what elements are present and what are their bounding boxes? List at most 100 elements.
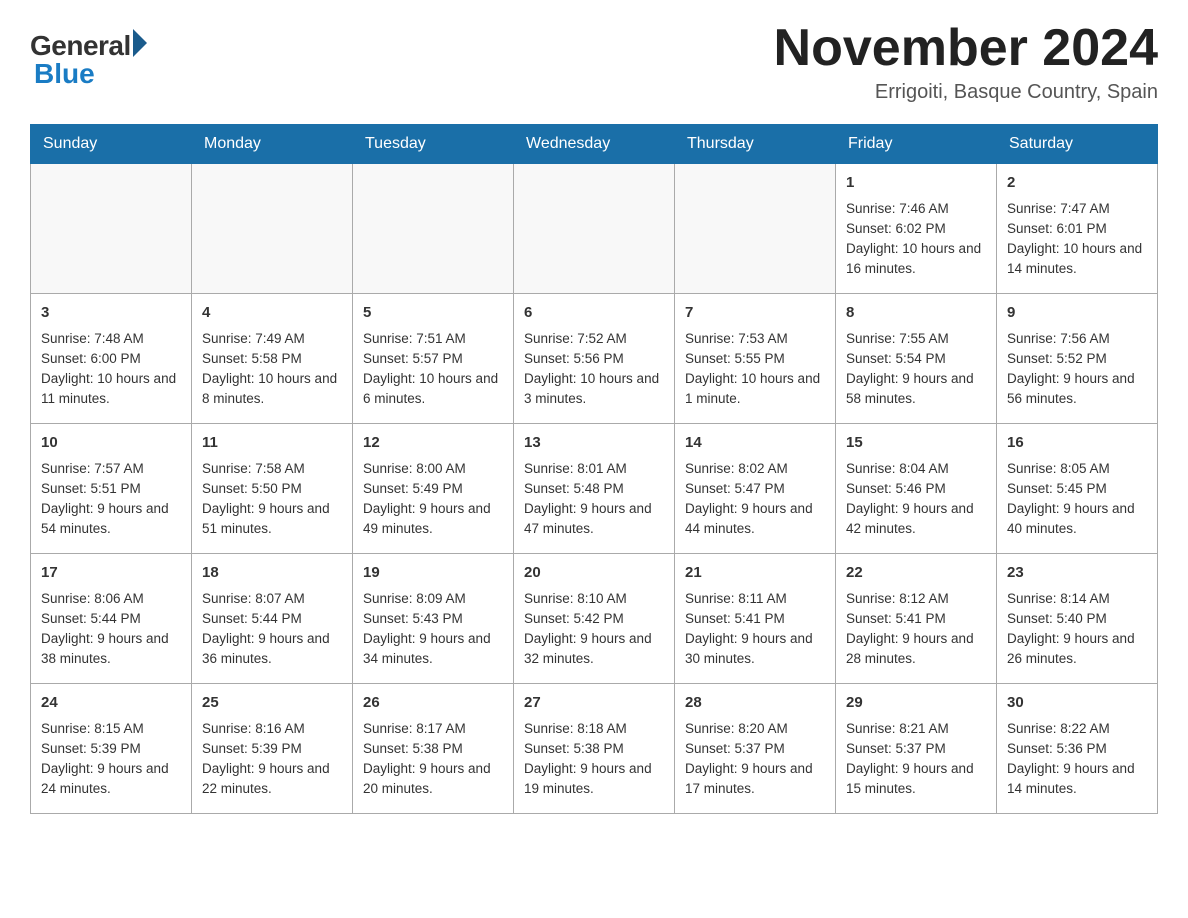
day-info: Sunset: 5:39 PM (41, 739, 181, 759)
day-info: Daylight: 10 hours and 3 minutes. (524, 369, 664, 410)
day-number: 2 (1007, 172, 1147, 195)
calendar-header-sunday: Sunday (31, 125, 192, 164)
day-number: 27 (524, 692, 664, 715)
calendar-cell: 19Sunrise: 8:09 AMSunset: 5:43 PMDayligh… (353, 554, 514, 684)
day-info: Daylight: 9 hours and 26 minutes. (1007, 629, 1147, 670)
day-info: Daylight: 10 hours and 1 minute. (685, 369, 825, 410)
calendar-cell: 21Sunrise: 8:11 AMSunset: 5:41 PMDayligh… (675, 554, 836, 684)
calendar-cell (192, 164, 353, 294)
day-info: Daylight: 9 hours and 49 minutes. (363, 499, 503, 540)
day-info: Sunrise: 8:17 AM (363, 719, 503, 739)
calendar-cell: 26Sunrise: 8:17 AMSunset: 5:38 PMDayligh… (353, 684, 514, 814)
day-info: Sunset: 5:38 PM (363, 739, 503, 759)
day-info: Sunrise: 8:16 AM (202, 719, 342, 739)
day-info: Sunrise: 7:55 AM (846, 329, 986, 349)
calendar-cell: 3Sunrise: 7:48 AMSunset: 6:00 PMDaylight… (31, 294, 192, 424)
calendar-cell: 15Sunrise: 8:04 AMSunset: 5:46 PMDayligh… (836, 424, 997, 554)
day-info: Sunset: 6:01 PM (1007, 219, 1147, 239)
day-info: Sunrise: 7:56 AM (1007, 329, 1147, 349)
day-number: 6 (524, 302, 664, 325)
title-section: November 2024 Errigoiti, Basque Country,… (774, 20, 1158, 104)
day-info: Sunset: 5:37 PM (685, 739, 825, 759)
day-info: Sunset: 5:43 PM (363, 609, 503, 629)
day-info: Sunset: 6:00 PM (41, 349, 181, 369)
calendar-cell: 12Sunrise: 8:00 AMSunset: 5:49 PMDayligh… (353, 424, 514, 554)
calendar-cell (31, 164, 192, 294)
day-number: 16 (1007, 432, 1147, 455)
month-year-title: November 2024 (774, 20, 1158, 77)
day-info: Sunrise: 7:57 AM (41, 459, 181, 479)
day-info: Sunset: 5:52 PM (1007, 349, 1147, 369)
day-info: Daylight: 9 hours and 44 minutes. (685, 499, 825, 540)
day-info: Daylight: 10 hours and 6 minutes. (363, 369, 503, 410)
calendar-cell: 22Sunrise: 8:12 AMSunset: 5:41 PMDayligh… (836, 554, 997, 684)
day-info: Daylight: 9 hours and 24 minutes. (41, 759, 181, 800)
calendar-cell: 2Sunrise: 7:47 AMSunset: 6:01 PMDaylight… (997, 164, 1158, 294)
calendar-cell: 16Sunrise: 8:05 AMSunset: 5:45 PMDayligh… (997, 424, 1158, 554)
day-number: 8 (846, 302, 986, 325)
calendar-cell (514, 164, 675, 294)
day-info: Sunrise: 7:58 AM (202, 459, 342, 479)
day-info: Daylight: 9 hours and 19 minutes. (524, 759, 664, 800)
day-info: Sunset: 5:47 PM (685, 479, 825, 499)
calendar-cell: 23Sunrise: 8:14 AMSunset: 5:40 PMDayligh… (997, 554, 1158, 684)
day-number: 22 (846, 562, 986, 585)
calendar-cell: 18Sunrise: 8:07 AMSunset: 5:44 PMDayligh… (192, 554, 353, 684)
day-info: Sunrise: 8:15 AM (41, 719, 181, 739)
day-number: 15 (846, 432, 986, 455)
day-number: 3 (41, 302, 181, 325)
calendar-cell: 20Sunrise: 8:10 AMSunset: 5:42 PMDayligh… (514, 554, 675, 684)
day-info: Sunset: 5:56 PM (524, 349, 664, 369)
calendar-cell: 14Sunrise: 8:02 AMSunset: 5:47 PMDayligh… (675, 424, 836, 554)
calendar-header-row: SundayMondayTuesdayWednesdayThursdayFrid… (31, 125, 1158, 164)
day-number: 20 (524, 562, 664, 585)
day-info: Sunset: 5:41 PM (685, 609, 825, 629)
calendar-header-thursday: Thursday (675, 125, 836, 164)
calendar-cell: 25Sunrise: 8:16 AMSunset: 5:39 PMDayligh… (192, 684, 353, 814)
location-subtitle: Errigoiti, Basque Country, Spain (774, 81, 1158, 104)
calendar-cell: 10Sunrise: 7:57 AMSunset: 5:51 PMDayligh… (31, 424, 192, 554)
day-info: Sunset: 5:37 PM (846, 739, 986, 759)
day-number: 19 (363, 562, 503, 585)
day-info: Sunset: 5:51 PM (41, 479, 181, 499)
day-number: 5 (363, 302, 503, 325)
calendar-cell: 13Sunrise: 8:01 AMSunset: 5:48 PMDayligh… (514, 424, 675, 554)
day-number: 14 (685, 432, 825, 455)
calendar-table: SundayMondayTuesdayWednesdayThursdayFrid… (30, 124, 1158, 814)
day-info: Sunrise: 8:07 AM (202, 589, 342, 609)
logo: General Blue (30, 20, 147, 90)
day-info: Daylight: 9 hours and 47 minutes. (524, 499, 664, 540)
day-info: Sunrise: 8:00 AM (363, 459, 503, 479)
day-number: 7 (685, 302, 825, 325)
day-info: Sunset: 5:38 PM (524, 739, 664, 759)
week-row-4: 17Sunrise: 8:06 AMSunset: 5:44 PMDayligh… (31, 554, 1158, 684)
calendar-cell: 24Sunrise: 8:15 AMSunset: 5:39 PMDayligh… (31, 684, 192, 814)
day-info: Daylight: 10 hours and 16 minutes. (846, 239, 986, 280)
day-info: Daylight: 9 hours and 15 minutes. (846, 759, 986, 800)
calendar-header-friday: Friday (836, 125, 997, 164)
day-info: Daylight: 9 hours and 51 minutes. (202, 499, 342, 540)
day-info: Sunrise: 8:12 AM (846, 589, 986, 609)
day-info: Daylight: 9 hours and 17 minutes. (685, 759, 825, 800)
calendar-cell: 28Sunrise: 8:20 AMSunset: 5:37 PMDayligh… (675, 684, 836, 814)
day-info: Sunset: 5:40 PM (1007, 609, 1147, 629)
page-header: General Blue November 2024 Errigoiti, Ba… (30, 20, 1158, 104)
day-info: Sunset: 5:58 PM (202, 349, 342, 369)
day-info: Daylight: 9 hours and 36 minutes. (202, 629, 342, 670)
calendar-cell (675, 164, 836, 294)
calendar-cell: 5Sunrise: 7:51 AMSunset: 5:57 PMDaylight… (353, 294, 514, 424)
calendar-header-saturday: Saturday (997, 125, 1158, 164)
day-number: 4 (202, 302, 342, 325)
calendar-cell: 29Sunrise: 8:21 AMSunset: 5:37 PMDayligh… (836, 684, 997, 814)
day-info: Sunrise: 7:53 AM (685, 329, 825, 349)
day-info: Daylight: 9 hours and 58 minutes. (846, 369, 986, 410)
day-info: Sunset: 5:42 PM (524, 609, 664, 629)
calendar-cell: 11Sunrise: 7:58 AMSunset: 5:50 PMDayligh… (192, 424, 353, 554)
day-number: 10 (41, 432, 181, 455)
day-info: Sunrise: 7:47 AM (1007, 199, 1147, 219)
day-number: 21 (685, 562, 825, 585)
day-number: 30 (1007, 692, 1147, 715)
day-info: Sunrise: 8:21 AM (846, 719, 986, 739)
day-number: 9 (1007, 302, 1147, 325)
day-number: 23 (1007, 562, 1147, 585)
